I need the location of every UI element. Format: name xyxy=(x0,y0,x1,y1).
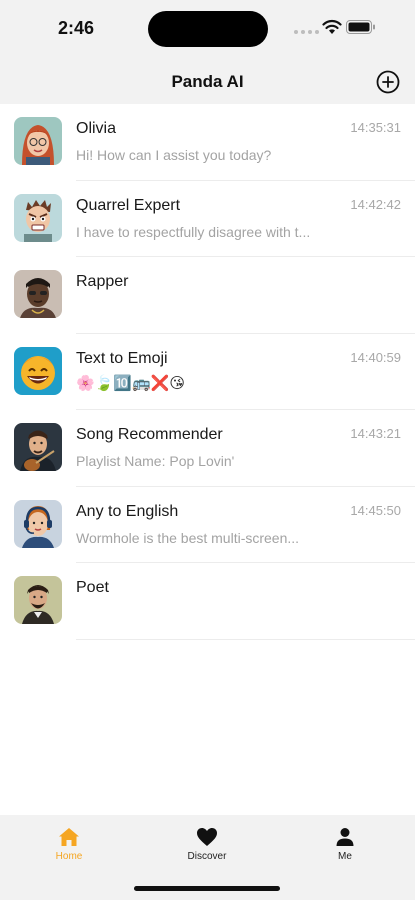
chat-time: 14:45:50 xyxy=(350,502,401,518)
chat-name: Text to Emoji xyxy=(76,349,168,367)
tab-label: Home xyxy=(55,851,83,862)
tab-home[interactable]: Home xyxy=(24,827,114,862)
guitarist-avatar xyxy=(14,423,62,471)
chat-preview: Playlist Name: Pop Lovin' xyxy=(76,453,235,469)
home-icon xyxy=(59,828,79,846)
chat-time: 14:43:21 xyxy=(350,426,401,441)
chat-preview: Hi! How can I assist you today? xyxy=(76,147,272,163)
tab-label: Discover xyxy=(187,851,227,862)
page-title: Panda AI xyxy=(171,72,244,91)
chat-item-olivia[interactable]: Olivia 14:35:31 Hi! How can I assist you… xyxy=(0,104,415,181)
chat-name: Rapper xyxy=(76,273,129,290)
chat-item-text-to-emoji[interactable]: Text to Emoji 14:40:59 🌸🍃🔟🚌❌😘 xyxy=(0,334,415,411)
chat-preview: I have to respectfully disagree with t..… xyxy=(76,223,311,240)
wifi-icon xyxy=(322,19,342,34)
chat-item-quarrel-expert[interactable]: Quarrel Expert 14:42:42 I have to respec… xyxy=(0,181,415,258)
tab-me[interactable]: Me xyxy=(300,827,390,862)
cellular-signal-icon xyxy=(294,30,319,34)
person-icon xyxy=(336,828,354,846)
chat-time: 14:35:31 xyxy=(350,120,401,135)
dynamic-island xyxy=(148,11,268,47)
chat-time: 14:42:42 xyxy=(350,196,401,212)
battery-icon xyxy=(346,20,375,34)
tab-label: Me xyxy=(338,851,352,862)
chat-list: Olivia 14:35:31 Hi! How can I assist you… xyxy=(0,104,415,640)
status-bar: 2:46 xyxy=(0,0,415,62)
chat-item-song-recommender[interactable]: Song Recommender 14:43:21 Playlist Name:… xyxy=(0,410,415,487)
chat-preview: Wormhole is the best multi-screen... xyxy=(76,529,300,546)
grinning-emoji-avatar xyxy=(14,346,62,395)
chat-name: Song Recommender xyxy=(76,426,223,443)
plus-circle-icon[interactable] xyxy=(375,69,401,95)
nav-bar: Panda AI xyxy=(0,62,415,104)
chat-name: Poet xyxy=(76,579,109,596)
poet-avatar xyxy=(14,576,62,624)
chat-name: Olivia xyxy=(76,120,117,137)
chat-name: Quarrel Expert xyxy=(76,196,181,214)
chat-item-rapper[interactable]: Rapper xyxy=(0,257,415,334)
rapper-avatar xyxy=(14,270,62,318)
angry-man-avatar xyxy=(14,193,62,242)
woman-red-hair-avatar xyxy=(14,117,62,165)
chat-item-poet[interactable]: Poet xyxy=(0,563,415,640)
status-time: 2:46 xyxy=(58,18,95,38)
chat-name: Any to English xyxy=(76,502,179,520)
chat-item-any-to-english[interactable]: Any to English 14:45:50 Wormhole is the … xyxy=(0,487,415,564)
heart-icon xyxy=(197,828,217,846)
headset-woman-avatar xyxy=(14,499,62,548)
chat-preview: 🌸🍃🔟🚌❌😘 xyxy=(76,374,186,392)
home-indicator xyxy=(134,886,280,891)
tab-discover[interactable]: Discover xyxy=(162,827,252,862)
chat-time: 14:40:59 xyxy=(350,349,401,365)
